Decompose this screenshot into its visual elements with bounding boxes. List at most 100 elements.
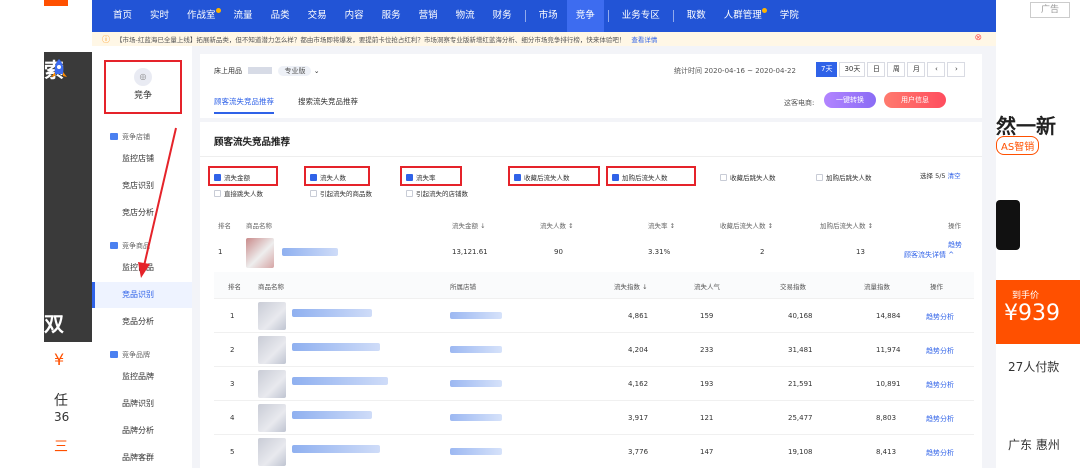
column-header[interactable]: 收藏后流失人数 ↕ [720, 220, 773, 230]
sidebar-item[interactable]: 竞店分析 [92, 200, 192, 226]
clear-link[interactable]: 清空 [948, 172, 961, 180]
metric-checkbox[interactable]: 引起流失的商品数 [310, 188, 372, 198]
sidebar-item[interactable]: 竞店识别 [92, 173, 192, 199]
loss-detail-link[interactable]: 顾客流失详情 ^ [904, 250, 954, 260]
shop-name-blurred[interactable] [450, 346, 502, 353]
nav-item[interactable]: 物流 [447, 0, 484, 32]
nav-item[interactable]: 作战室 [178, 0, 225, 32]
shop-name-blurred[interactable] [450, 448, 502, 455]
checkbox-label: 引起流失的店铺数 [416, 190, 468, 198]
bg-product-image [996, 200, 1020, 250]
shop-name-blurred[interactable] [450, 312, 502, 319]
notice-link[interactable]: 查看详情 [631, 34, 657, 44]
shop-name-blurred[interactable] [450, 414, 502, 421]
nav-item-label: 首页 [113, 10, 133, 21]
column-header[interactable]: 加购后流失人数 ↕ [820, 220, 873, 230]
product-name-blurred[interactable] [292, 445, 380, 453]
date-range-button[interactable]: 7天 [816, 62, 838, 77]
trend-link[interactable]: 趋势 [948, 240, 962, 250]
checkbox-icon [214, 190, 221, 197]
nav-item[interactable]: 市场 [530, 0, 567, 32]
nav-item[interactable]: 交易 [299, 0, 336, 32]
top-navigation: 首页 实时 作战室 流量 品类 交易 内容 服务 营销 物流 财务 市场 竞争 业务专区 取数 人群管理 学院 [92, 0, 996, 32]
sidebar-item[interactable]: 竞品识别 [92, 282, 192, 308]
date-range-button[interactable]: 日 [867, 62, 886, 77]
nav-item-label: 市场 [538, 10, 558, 21]
date-range-button[interactable]: 30天 [839, 62, 866, 77]
category-blurred [248, 67, 273, 74]
user-info-button[interactable]: 用户信息 [884, 92, 946, 108]
sidebar-item[interactable]: 监控品牌 [92, 364, 192, 390]
filter-card: 床上用品 专业版 ⌄ 统计时间 2020-04-16 ~ 2020-04-22 … [200, 54, 982, 118]
nav-item[interactable]: 首页 [104, 0, 141, 32]
loss-rate-cell: 3.31% [648, 248, 671, 256]
metric-checkbox[interactable]: 收藏后跳失人数 [720, 172, 776, 182]
trend-analysis-link[interactable]: 趋势分析 [926, 346, 954, 356]
loss-index-cell: 4,204 [628, 346, 649, 354]
nav-separator [672, 10, 674, 22]
nav-item[interactable]: 实时 [141, 0, 178, 32]
competition-icon: ◎ [134, 68, 152, 86]
trend-analysis-link[interactable]: 趋势分析 [926, 312, 954, 322]
nav-item-label: 财务 [492, 10, 512, 21]
shop-name-blurred[interactable] [450, 380, 502, 387]
loss-amount-cell: 13,121.61 [452, 248, 488, 256]
column-header[interactable]: 流失指数 ↓ [614, 281, 648, 291]
product-name-blurred[interactable] [282, 248, 338, 256]
bg-slogan: 然一新 [996, 114, 1056, 138]
trend-analysis-link[interactable]: 趋势分析 [926, 448, 954, 458]
convert-button[interactable]: 一键转换 [824, 92, 876, 108]
checkbox-icon [816, 174, 823, 181]
nav-item[interactable]: 营销 [410, 0, 447, 32]
nav-item[interactable]: 人群管理 [715, 0, 771, 32]
product-name-blurred[interactable] [292, 377, 388, 385]
nav-item[interactable]: 流量 [225, 0, 262, 32]
nav-item[interactable]: 服务 [373, 0, 410, 32]
metric-checkbox[interactable]: 加购后跳失人数 [816, 172, 872, 182]
notice-bar: ⓘ 【市场-红蓝海已全量上线】拓展新品类，但不知道潜力怎么样？都由市场即将爆发，… [92, 32, 996, 46]
tab[interactable]: 搜索流失竞品推荐 [298, 96, 358, 114]
main-content: 床上用品 专业版 ⌄ 统计时间 2020-04-16 ~ 2020-04-22 … [196, 46, 986, 468]
product-name-blurred[interactable] [292, 411, 372, 419]
sidebar-header-competition[interactable]: ◎ 竞争 [104, 60, 182, 114]
date-range-button[interactable]: 周 [887, 62, 906, 77]
metric-checkbox[interactable]: 引起流失的店铺数 [406, 188, 468, 198]
table-header: 排名 商品名称 流失金额 ↓ 流失人数 ↕ 流失率 ↕ 收藏后流失人数 ↕ 加购后流失人数 … [200, 216, 982, 234]
date-range-button[interactable]: 月 [907, 62, 926, 77]
close-icon[interactable]: ⊗ [974, 33, 982, 43]
category-label: 床上用品 [214, 67, 242, 75]
new-dot-icon [215, 8, 221, 13]
sidebar-item[interactable]: 竞品分析 [92, 309, 192, 335]
date-range-button[interactable]: ‹ [927, 62, 946, 77]
product-name-blurred[interactable] [292, 343, 380, 351]
sidebar-item[interactable]: 品牌识别 [92, 391, 192, 417]
checkbox-label: 收藏后跳失人数 [730, 174, 776, 182]
category-selector[interactable]: 床上用品 专业版 ⌄ [214, 66, 320, 76]
product-name-blurred[interactable] [292, 309, 372, 317]
nav-item[interactable]: 品类 [262, 0, 299, 32]
sidebar-item[interactable]: 品牌客群 [92, 445, 192, 468]
nav-item[interactable]: 业务专区 [613, 0, 669, 32]
column-header[interactable]: 流失金额 ↓ [452, 220, 486, 230]
sidebar-item[interactable]: 监控店铺 [92, 146, 192, 172]
folder-icon [110, 351, 118, 358]
sidebar-item[interactable]: 监控商品 [92, 255, 192, 281]
nav-item[interactable]: 取数 [678, 0, 715, 32]
nav-item[interactable]: 财务 [484, 0, 521, 32]
nav-item[interactable]: 竞争 [566, 0, 604, 32]
trend-analysis-link[interactable]: 趋势分析 [926, 380, 954, 390]
metric-checkbox[interactable]: 直接跳失人数 [214, 188, 263, 198]
trend-analysis-link[interactable]: 趋势分析 [926, 414, 954, 424]
nav-item[interactable]: 内容 [336, 0, 373, 32]
traffic-index-cell: 10,891 [876, 380, 901, 388]
ecom-label: 这客电商: [784, 99, 815, 107]
tab[interactable]: 顾客流失竞品推荐 [214, 96, 274, 114]
nav-item-label: 品类 [270, 10, 290, 21]
date-range-button[interactable]: › [947, 62, 966, 77]
rank-cell: 3 [230, 380, 235, 388]
bg-price-box[interactable]: 到手价 ¥939 [996, 280, 1080, 344]
column-header[interactable]: 流失人数 ↕ [540, 220, 574, 230]
column-header[interactable]: 流失率 ↕ [648, 220, 675, 230]
sidebar-item[interactable]: 品牌分析 [92, 418, 192, 444]
nav-item[interactable]: 学院 [771, 0, 808, 32]
